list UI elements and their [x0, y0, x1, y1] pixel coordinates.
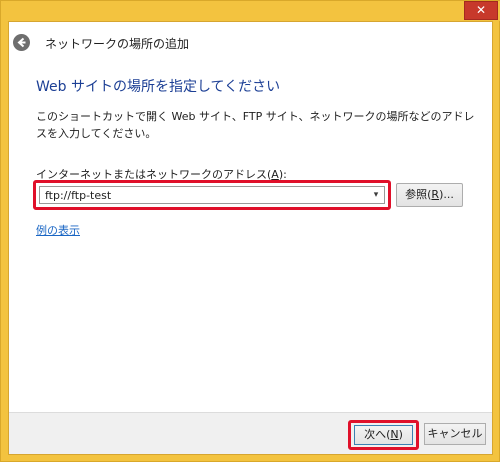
wizard-header: ネットワークの場所の追加 [9, 22, 492, 62]
page-heading: Web サイトの場所を指定してください [36, 79, 281, 95]
title-bar[interactable]: ✕ [1, 1, 500, 21]
wizard-footer: 次へ(N) キャンセル [9, 412, 492, 454]
access-key-n: N [390, 428, 399, 441]
wizard-title: ネットワークの場所の追加 [45, 37, 190, 51]
browse-button[interactable]: 参照(R)... [396, 183, 463, 207]
show-examples-link[interactable]: 例の表示 [36, 222, 80, 238]
dialog-client-area: ネットワークの場所の追加 Web サイトの場所を指定してください このショートカ… [8, 21, 493, 455]
close-button[interactable]: ✕ [464, 1, 498, 20]
address-value[interactable]: ftp://ftp-test [45, 189, 111, 202]
cancel-button[interactable]: キャンセル [424, 423, 486, 445]
wizard-content: Web サイトの場所を指定してください このショートカットで開く Web サイト… [9, 62, 492, 426]
page-description: このショートカットで開く Web サイト、FTP サイト、ネットワークの場所など… [36, 110, 475, 140]
access-key-r: R [431, 188, 440, 201]
address-combobox[interactable]: ftp://ftp-test ▾ [39, 186, 385, 204]
back-arrow-icon [17, 37, 26, 48]
chevron-down-icon[interactable]: ▾ [370, 189, 382, 201]
dialog-window: ✕ ネットワークの場所の追加 Web サイトの場所を指定してください このショー… [0, 0, 500, 462]
next-button[interactable]: 次へ(N) [354, 425, 413, 445]
next-highlight-frame: 次へ(N) [348, 420, 419, 450]
close-icon: ✕ [475, 3, 487, 17]
back-button[interactable] [13, 34, 30, 51]
address-highlight-frame: ftp://ftp-test ▾ [33, 180, 391, 210]
